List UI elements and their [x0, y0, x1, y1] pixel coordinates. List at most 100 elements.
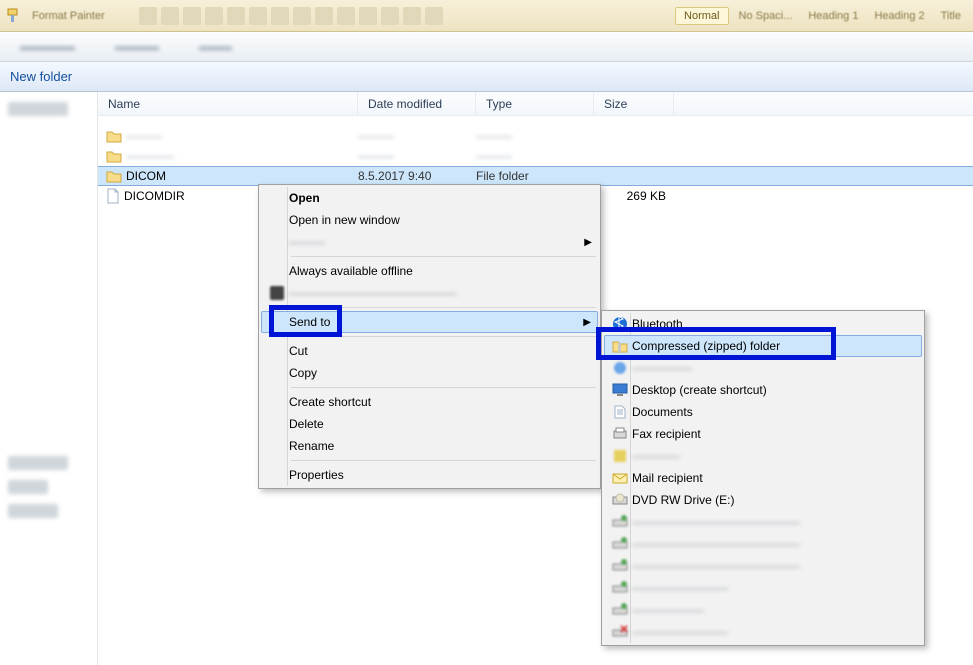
menu-item-open-new-window[interactable]: Open in new window [261, 209, 598, 231]
app-icon [612, 360, 628, 376]
folder-icon [106, 129, 122, 143]
breadcrumb[interactable]: ▬▬▬ [199, 41, 232, 53]
menu-item-open[interactable]: Open [261, 187, 598, 209]
breadcrumb[interactable]: ▬▬▬▬▬ [20, 41, 75, 53]
menu-item-rename[interactable]: Rename [261, 435, 598, 457]
menu-separator [291, 387, 596, 388]
network-drive-icon [612, 558, 628, 574]
format-painter-icon [6, 8, 22, 24]
sendto-submenu: Bluetooth Compressed (zipped) folder ———… [601, 310, 925, 646]
new-folder-button[interactable]: New folder [10, 69, 72, 84]
table-row-dicom[interactable]: DICOM 8.5.2017 9:40 File folder [98, 166, 973, 186]
menu-item-compressed-folder[interactable]: Compressed (zipped) folder [604, 335, 922, 357]
submenu-arrow-icon: ▶ [584, 237, 592, 248]
app-icon [612, 448, 628, 464]
menu-item-create-shortcut[interactable]: Create shortcut [261, 391, 598, 413]
menu-item-delete[interactable]: Delete [261, 413, 598, 435]
menu-item-redacted[interactable]: ————— [604, 357, 922, 379]
network-drive-icon [612, 536, 628, 552]
style-label[interactable]: Heading 1 [802, 10, 864, 22]
ribbon-icon[interactable] [183, 7, 201, 25]
format-painter-label: Format Painter [26, 10, 111, 22]
ribbon-icon[interactable] [271, 7, 289, 25]
app-icon [269, 285, 285, 301]
menu-item-redacted[interactable]: ———▶ [261, 231, 598, 253]
menu-item-network-location[interactable]: ———————— [604, 621, 922, 643]
column-headers: Name Date modified Type Size [98, 92, 973, 116]
ribbon-icon[interactable] [249, 7, 267, 25]
ribbon-icon[interactable] [359, 7, 377, 25]
style-label[interactable]: No Spaci... [733, 10, 799, 22]
style-normal-button[interactable]: Normal [675, 7, 728, 25]
ribbon-icon[interactable] [337, 7, 355, 25]
table-row[interactable]: ——— ——— ——— [98, 126, 973, 146]
network-drive-icon [612, 514, 628, 530]
mail-icon [612, 470, 628, 486]
menu-item-redacted[interactable]: —————————————— [261, 282, 598, 304]
menu-item-dvd-drive[interactable]: DVD RW Drive (E:) [604, 489, 922, 511]
column-header-name[interactable]: Name [98, 92, 358, 115]
ribbon-icon[interactable] [139, 7, 157, 25]
menu-item-always-offline[interactable]: Always available offline [261, 260, 598, 282]
menu-item-bluetooth[interactable]: Bluetooth [604, 313, 922, 335]
file-date: 8.5.2017 9:40 [358, 169, 476, 183]
network-drive-disconnected-icon [612, 624, 628, 640]
menu-item-network-location[interactable]: —————————————— [604, 555, 922, 577]
ribbon-icon[interactable] [425, 7, 443, 25]
file-icon [106, 188, 120, 204]
menu-item-fax-recipient[interactable]: Fax recipient [604, 423, 922, 445]
menu-separator [291, 307, 596, 308]
file-name: DICOMDIR [124, 189, 185, 203]
dvd-drive-icon [612, 492, 628, 508]
menu-item-network-location[interactable]: —————————————— [604, 511, 922, 533]
documents-icon [612, 404, 628, 420]
sidebar-item[interactable] [8, 480, 48, 494]
zip-folder-icon [612, 338, 628, 354]
menu-item-documents[interactable]: Documents [604, 401, 922, 423]
menu-separator [291, 460, 596, 461]
file-type: File folder [476, 169, 594, 183]
column-header-size[interactable]: Size [594, 92, 674, 115]
word-ribbon: Format Painter Normal No Spaci... Headin… [0, 0, 973, 32]
sidebar-item[interactable] [8, 504, 58, 518]
menu-item-send-to[interactable]: Send to▶ [261, 311, 598, 333]
desktop-icon [612, 382, 628, 398]
file-size: 269 KB [594, 189, 674, 203]
menu-item-network-location[interactable]: ———————— [604, 577, 922, 599]
style-label[interactable]: Title [935, 10, 967, 22]
ribbon-icon[interactable] [205, 7, 223, 25]
menu-item-cut[interactable]: Cut [261, 340, 598, 362]
ribbon-icon[interactable] [293, 7, 311, 25]
context-menu: Open Open in new window ———▶ Always avai… [258, 184, 601, 489]
menu-item-desktop-shortcut[interactable]: Desktop (create shortcut) [604, 379, 922, 401]
ribbon-icon[interactable] [315, 7, 333, 25]
folder-icon [106, 149, 122, 163]
menu-item-properties[interactable]: Properties [261, 464, 598, 486]
bluetooth-icon [612, 316, 628, 332]
menu-separator [291, 336, 596, 337]
ribbon-icon[interactable] [227, 7, 245, 25]
file-name: DICOM [126, 169, 166, 183]
folder-icon [106, 169, 122, 183]
column-header-date[interactable]: Date modified [358, 92, 476, 115]
menu-item-network-location[interactable]: —————— [604, 599, 922, 621]
column-header-type[interactable]: Type [476, 92, 594, 115]
ribbon-icon[interactable] [381, 7, 399, 25]
menu-separator [291, 256, 596, 257]
sidebar-item[interactable] [8, 102, 68, 116]
table-row[interactable]: ———— ——— ——— [98, 146, 973, 166]
ribbon-icon[interactable] [403, 7, 421, 25]
menu-item-copy[interactable]: Copy [261, 362, 598, 384]
menu-item-mail-recipient[interactable]: Mail recipient [604, 467, 922, 489]
explorer-address-bar[interactable]: ▬▬▬▬▬ ▬▬▬▬ ▬▬▬ [0, 32, 973, 62]
menu-item-redacted[interactable]: ———— [604, 445, 922, 467]
navigation-pane[interactable] [0, 92, 98, 665]
style-label[interactable]: Heading 2 [868, 10, 930, 22]
sidebar-item[interactable] [8, 456, 68, 470]
network-drive-icon [612, 580, 628, 596]
submenu-arrow-icon: ▶ [583, 317, 591, 328]
network-drive-icon [612, 602, 628, 618]
breadcrumb[interactable]: ▬▬▬▬ [115, 41, 159, 53]
menu-item-network-location[interactable]: —————————————— [604, 533, 922, 555]
ribbon-icon[interactable] [161, 7, 179, 25]
